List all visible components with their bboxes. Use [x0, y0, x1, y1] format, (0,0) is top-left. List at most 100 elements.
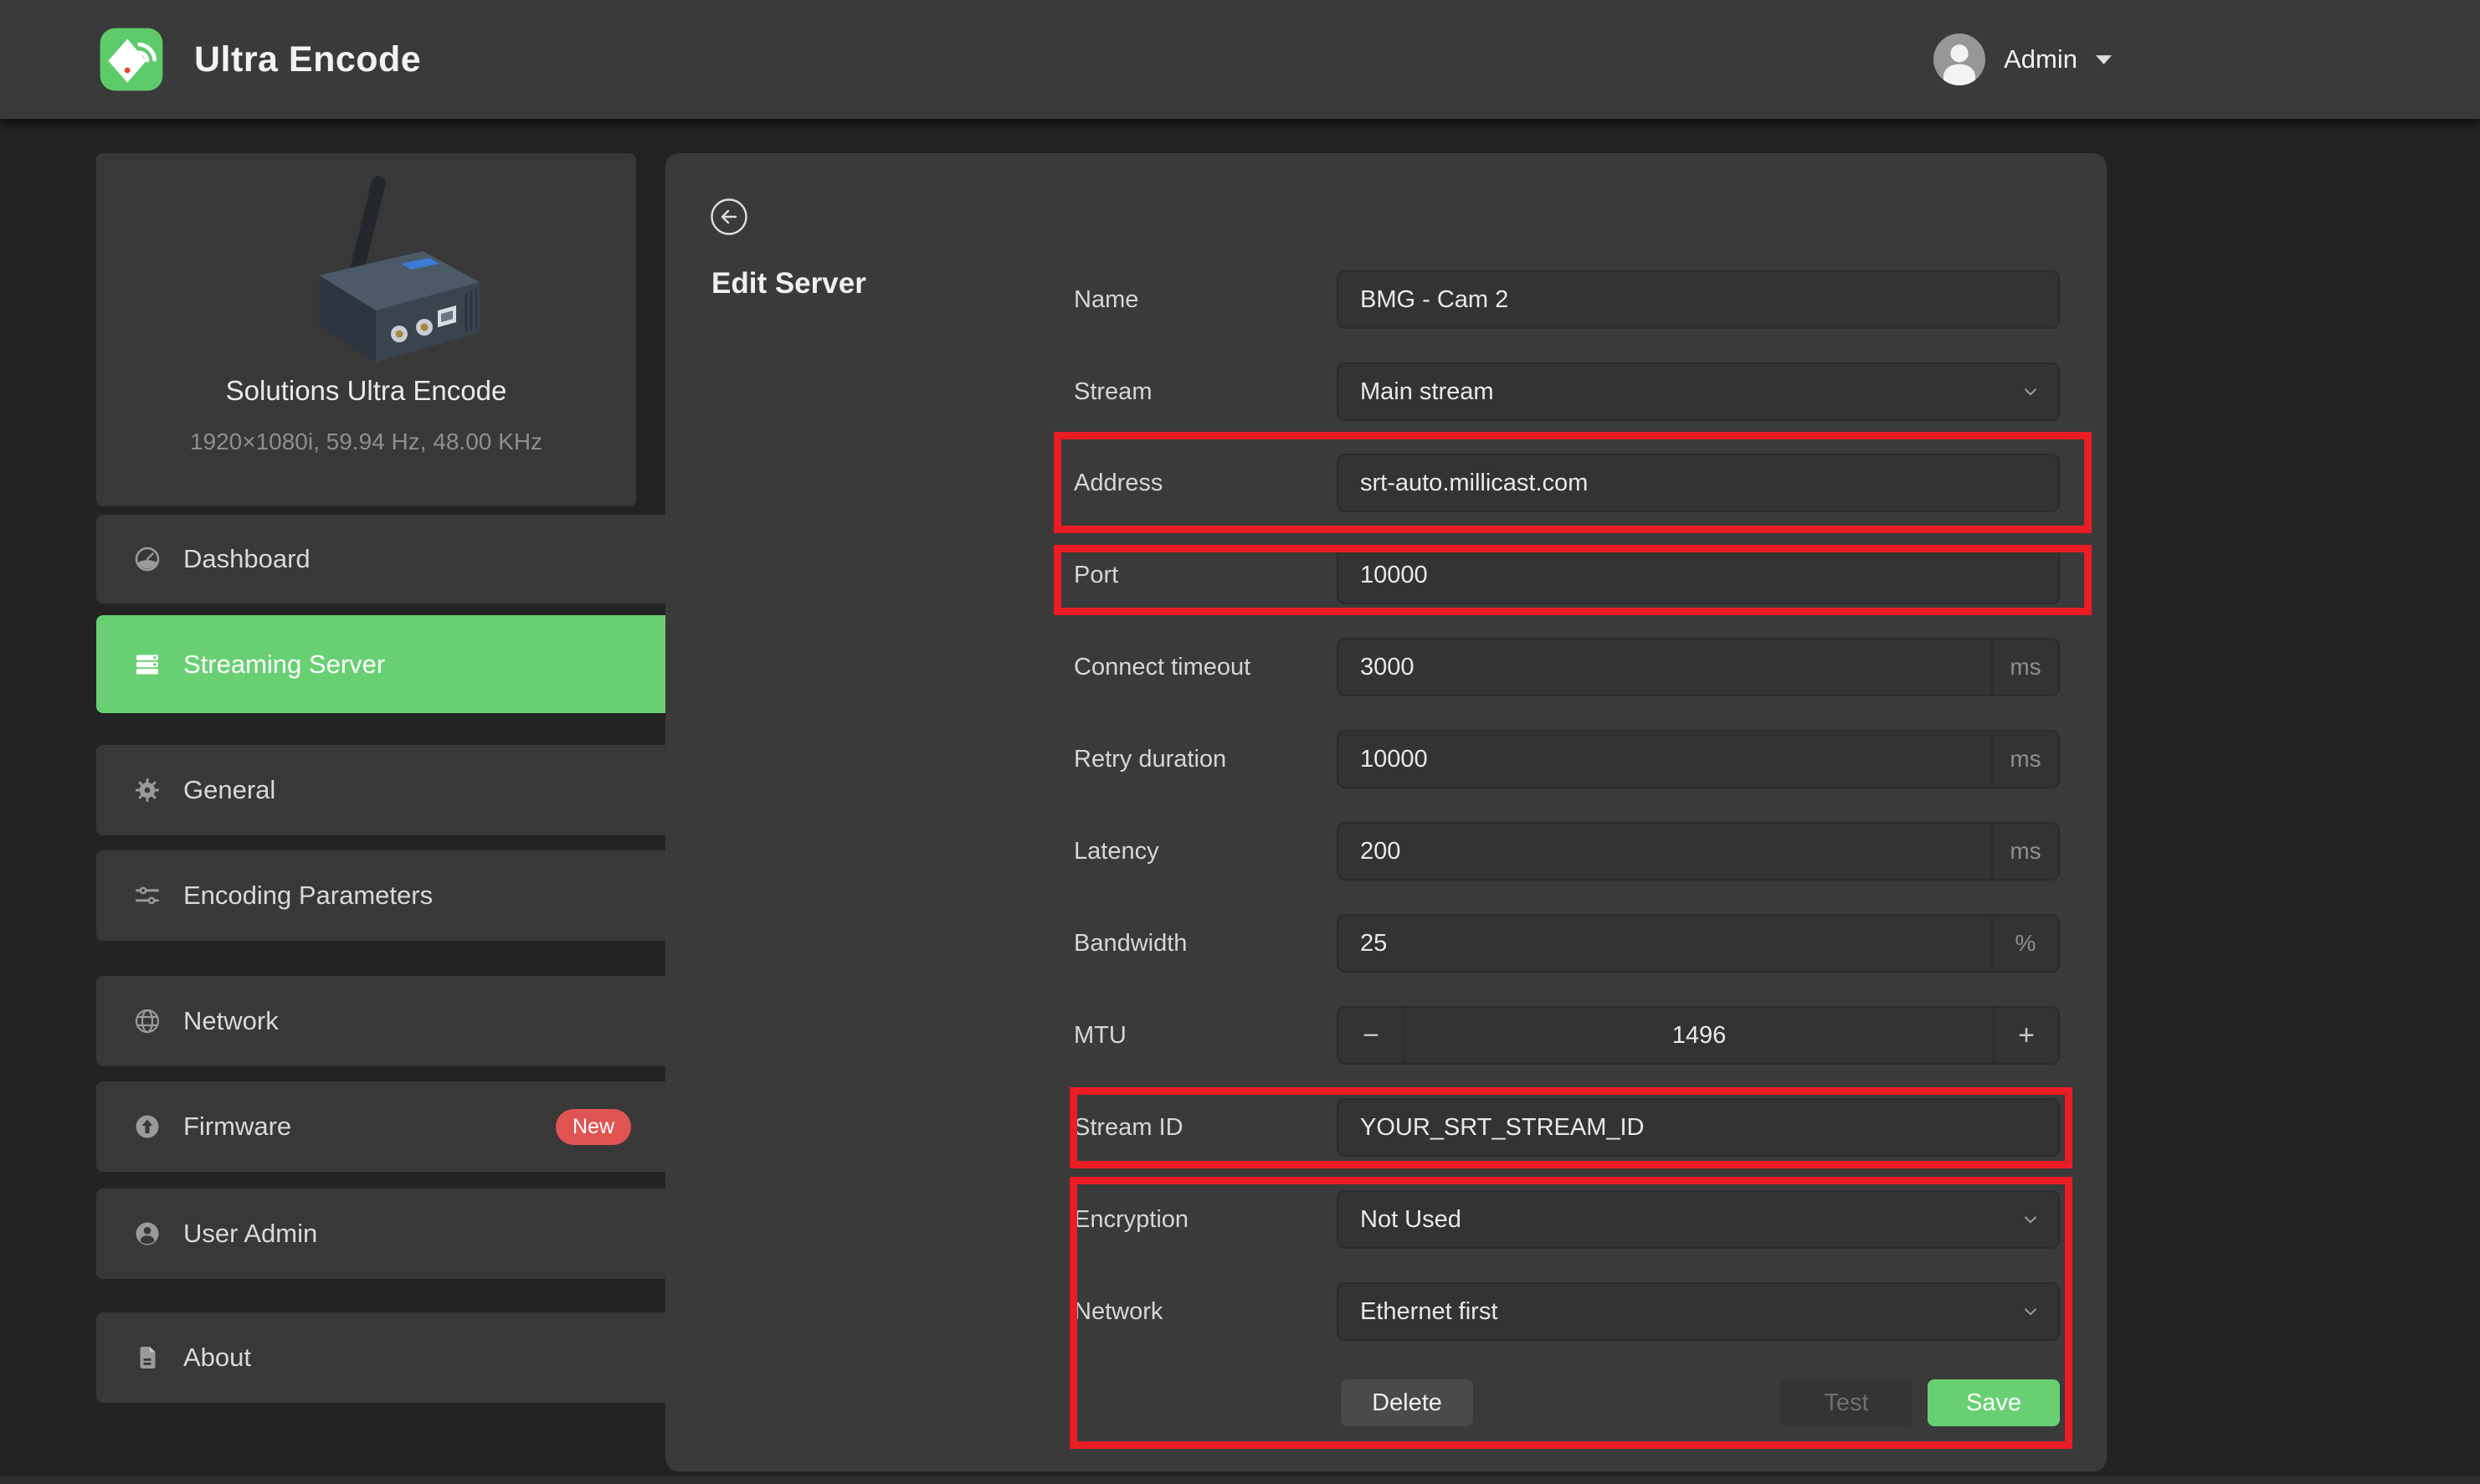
bandwidth-input[interactable] — [1338, 916, 1991, 971]
sidebar-item-label: Dashboard — [183, 544, 311, 574]
form-row-connect-timeout: Connect timeout ms — [665, 638, 2107, 696]
increment-button[interactable]: + — [1993, 1008, 2058, 1063]
app-title: Ultra Encode — [194, 39, 421, 80]
sidebar-item-label: Network — [183, 1006, 279, 1036]
chevron-down-icon — [2020, 1301, 2041, 1322]
name-input[interactable] — [1338, 272, 2058, 327]
latency-field: ms — [1337, 822, 2060, 881]
name-field — [1337, 270, 2060, 329]
user-menu[interactable]: Admin — [1933, 33, 2112, 85]
sidebar-item-about[interactable]: About — [96, 1312, 673, 1403]
field-label: Bandwidth — [1074, 914, 1187, 973]
upload-circle-icon — [133, 1112, 162, 1141]
decrement-button[interactable]: − — [1338, 1008, 1405, 1063]
field-label: Stream — [1074, 362, 1152, 421]
mtu-value: 1496 — [1405, 1022, 1993, 1050]
save-button[interactable]: Save — [1928, 1379, 2060, 1426]
sidebar-item-dashboard[interactable]: Dashboard — [96, 515, 673, 603]
address-input[interactable] — [1338, 455, 2058, 511]
person-icon — [1933, 33, 1985, 85]
selected-value: Ethernet first — [1338, 1298, 2020, 1326]
form-row-address: Address — [665, 454, 2107, 512]
unit-suffix: ms — [1991, 639, 2058, 695]
sidebar-item-label: General — [183, 775, 275, 805]
sidebar-item-general[interactable]: General — [96, 745, 673, 835]
selected-value: Main stream — [1338, 378, 2020, 406]
field-label: Retry duration — [1074, 730, 1226, 788]
field-label: Connect timeout — [1074, 638, 1250, 696]
port-field — [1337, 546, 2060, 604]
field-label: Port — [1074, 546, 1118, 604]
document-icon — [133, 1343, 162, 1372]
field-label: Address — [1074, 454, 1163, 512]
connect-timeout-field: ms — [1337, 638, 2060, 696]
form-row-name: Name — [665, 270, 2107, 329]
field-label: Network — [1074, 1282, 1163, 1341]
device-card: Solutions Ultra Encode 1920×1080i, 59.94… — [96, 153, 636, 506]
form-row-network: Network Ethernet first — [665, 1282, 2107, 1341]
form-row-stream-id: Stream ID — [665, 1098, 2107, 1157]
selected-value: Not Used — [1338, 1206, 2020, 1234]
ultra-encode-logo-icon — [99, 27, 164, 92]
field-label: Stream ID — [1074, 1098, 1184, 1157]
avatar — [1933, 33, 1985, 85]
field-label: Encryption — [1074, 1190, 1189, 1249]
edit-server-panel: Edit Server Name Stream Main stream Addr… — [665, 153, 2107, 1471]
latency-input[interactable] — [1338, 824, 1991, 879]
stream-id-field — [1337, 1098, 2060, 1157]
app-header: Ultra Encode Admin — [0, 0, 2480, 119]
sidebar-item-encoding-parameters[interactable]: Encoding Parameters — [96, 850, 673, 941]
device-photo — [228, 168, 505, 369]
ultra-encode-app: Ultra Encode Admin — [0, 0, 2480, 1484]
sidebar-item-label: About — [183, 1343, 251, 1373]
unit-suffix: % — [1991, 916, 2058, 971]
form-row-bandwidth: Bandwidth % — [665, 914, 2107, 973]
sidebar-item-firmware[interactable]: Firmware New — [96, 1081, 673, 1172]
form-row-port: Port — [665, 546, 2107, 604]
form-actions: Delete Test Save — [665, 1379, 2107, 1426]
bandwidth-field: % — [1337, 914, 2060, 973]
new-badge: New — [556, 1109, 631, 1145]
retry-duration-input[interactable] — [1338, 732, 1991, 787]
device-name: Solutions Ultra Encode — [96, 375, 636, 407]
sidebar-item-label: Encoding Parameters — [183, 881, 433, 911]
stream-select[interactable]: Main stream — [1337, 362, 2060, 421]
stream-id-input[interactable] — [1338, 1100, 2058, 1155]
user-name: Admin — [2004, 44, 2077, 74]
chevron-down-icon — [2020, 1209, 2041, 1230]
form-row-mtu: MTU − 1496 + — [665, 1006, 2107, 1065]
sidebar-item-network[interactable]: Network — [96, 976, 673, 1066]
connect-timeout-input[interactable] — [1338, 639, 1991, 695]
form-row-latency: Latency ms — [665, 822, 2107, 881]
sidebar-item-streaming-server[interactable]: Streaming Server — [96, 615, 673, 713]
user-circle-icon — [133, 1220, 162, 1248]
server-stack-icon — [133, 650, 162, 679]
sidebar-item-label: Streaming Server — [183, 650, 385, 680]
footer-strip — [0, 1476, 2480, 1484]
sidebar-item-label: Firmware — [183, 1112, 291, 1142]
network-select[interactable]: Ethernet first — [1337, 1282, 2060, 1341]
form-row-stream: Stream Main stream — [665, 362, 2107, 421]
unit-suffix: ms — [1991, 732, 2058, 787]
device-signal-info: 1920×1080i, 59.94 Hz, 48.00 KHz — [96, 429, 636, 455]
chevron-down-icon — [2020, 381, 2041, 403]
test-button[interactable]: Test — [1780, 1379, 1913, 1426]
header-divider — [0, 119, 2480, 126]
address-field — [1337, 454, 2060, 512]
sidebar-item-label: User Admin — [183, 1219, 317, 1249]
sliders-icon — [133, 881, 162, 910]
delete-button[interactable]: Delete — [1341, 1379, 1473, 1426]
encryption-select[interactable]: Not Used — [1337, 1190, 2060, 1249]
port-input[interactable] — [1338, 547, 2058, 603]
form-row-retry-duration: Retry duration ms — [665, 730, 2107, 788]
back-arrow-icon — [710, 198, 748, 236]
unit-suffix: ms — [1991, 824, 2058, 879]
chevron-down-icon — [2096, 55, 2112, 64]
back-button[interactable] — [710, 198, 748, 236]
gear-icon — [133, 776, 162, 804]
field-label: Latency — [1074, 822, 1159, 881]
mtu-stepper: − 1496 + — [1337, 1006, 2060, 1065]
dashboard-gauge-icon — [133, 545, 162, 573]
form-row-encryption: Encryption Not Used — [665, 1190, 2107, 1249]
sidebar-item-user-admin[interactable]: User Admin — [96, 1189, 673, 1279]
